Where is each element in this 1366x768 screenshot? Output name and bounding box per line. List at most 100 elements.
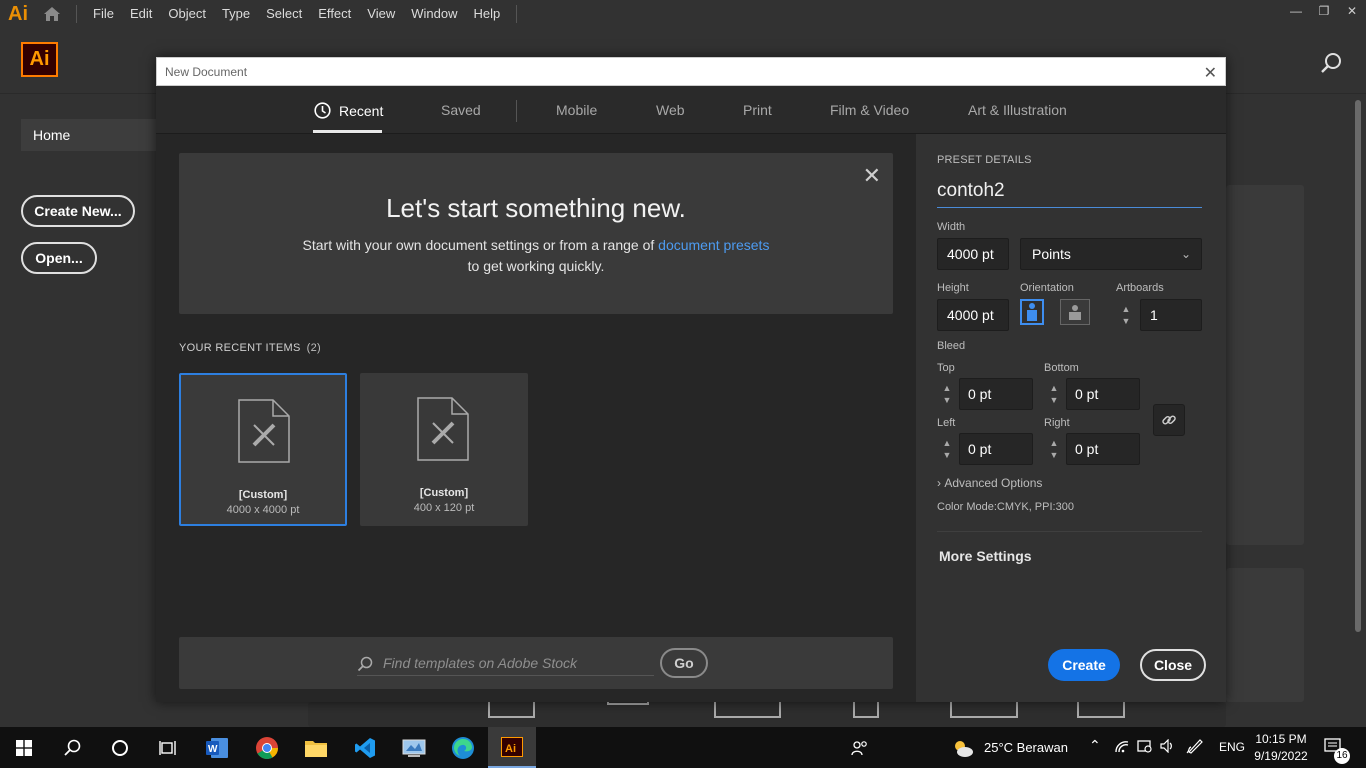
illustrator-taskbar-icon[interactable]: Ai (488, 727, 536, 768)
document-icon (417, 397, 469, 466)
color-mode-info: Color Mode:CMYK, PPI:300 (937, 501, 1074, 513)
search-icon[interactable] (1320, 52, 1342, 79)
tab-recent-label: Recent (339, 102, 384, 119)
menu-select[interactable]: Select (258, 0, 310, 28)
template-thumb[interactable] (607, 702, 649, 705)
windows-start-icon[interactable] (0, 727, 48, 768)
tab-art-illustration[interactable]: Art & Illustration (968, 102, 1067, 118)
open-button[interactable]: Open... (21, 242, 97, 274)
tab-web[interactable]: Web (656, 102, 685, 118)
illustrator-logo: Ai (21, 42, 58, 77)
chrome-app-icon[interactable] (243, 727, 291, 768)
banner-title: Let's start something new. (386, 193, 686, 223)
menu-view[interactable]: View (359, 0, 403, 28)
welcome-banner: ✕ Let's start something new. Start with … (179, 153, 893, 314)
template-thumb[interactable] (950, 702, 1018, 718)
bleed-bottom-stepper[interactable]: ▲ ▼ (1044, 378, 1064, 410)
stock-search-input[interactable]: Find templates on Adobe Stock (357, 650, 654, 676)
template-thumb[interactable] (853, 702, 879, 718)
menu-help[interactable]: Help (465, 0, 508, 28)
windows-taskbar: W Ai 25°C Berawan ⌃ ENG 10:15 PM 9/19/20… (0, 727, 1366, 768)
bleed-top-label: Top (937, 362, 955, 374)
home-content-card (1226, 568, 1304, 702)
document-name-field[interactable]: contoh2 (937, 180, 1202, 208)
tab-print[interactable]: Print (743, 102, 772, 118)
search-icon (357, 656, 373, 672)
svg-text:Ai: Ai (505, 743, 516, 755)
height-field[interactable]: 4000 pt (937, 299, 1009, 331)
network-icon[interactable] (1114, 739, 1130, 756)
artboards-field[interactable]: 1 (1140, 299, 1202, 331)
banner-text: Start with your own document settings or… (179, 235, 893, 277)
pen-icon[interactable] (1186, 738, 1204, 757)
cortana-icon[interactable] (96, 727, 144, 768)
close-window-icon[interactable]: ✕ (1338, 0, 1366, 22)
home-icon[interactable] (36, 0, 68, 28)
search-icon[interactable] (48, 727, 96, 768)
recent-item-card[interactable]: [Custom] 400 x 120 pt (360, 373, 528, 526)
task-view-icon[interactable] (144, 727, 192, 768)
restore-icon[interactable]: ❐ (1310, 0, 1338, 22)
menu-effect[interactable]: Effect (310, 0, 359, 28)
clock-icon (314, 102, 331, 119)
tab-recent[interactable]: Recent (314, 102, 383, 119)
bleed-bottom-field[interactable]: 0 pt (1066, 378, 1140, 410)
bleed-right-field[interactable]: 0 pt (1066, 433, 1140, 465)
bleed-left-stepper[interactable]: ▲ ▼ (937, 433, 957, 465)
create-new-button[interactable]: Create New... (21, 195, 135, 227)
dialog-title: New Document (165, 65, 248, 79)
menu-file[interactable]: File (85, 0, 122, 28)
go-button[interactable]: Go (660, 648, 708, 678)
artboards-stepper[interactable]: ▲ ▼ (1116, 299, 1136, 331)
link-bleed-icon[interactable] (1153, 404, 1185, 436)
template-thumb[interactable] (714, 702, 781, 718)
home-scrollbar[interactable] (1355, 100, 1361, 632)
close-button[interactable]: Close (1140, 649, 1206, 681)
people-icon[interactable] (836, 727, 884, 768)
tab-film-video[interactable]: Film & Video (830, 102, 909, 118)
volume-icon[interactable] (1160, 738, 1176, 756)
close-icon[interactable]: ✕ (1204, 63, 1217, 83)
edge-app-icon[interactable] (439, 727, 487, 768)
document-presets-link[interactable]: document presets (658, 237, 769, 253)
landscape-orientation-icon[interactable] (1060, 299, 1090, 325)
file-explorer-icon[interactable] (292, 727, 340, 768)
minimize-icon[interactable]: — (1282, 0, 1310, 22)
menu-edit[interactable]: Edit (122, 0, 160, 28)
more-settings-link[interactable]: More Settings (939, 548, 1032, 564)
portrait-orientation-icon[interactable] (1020, 299, 1044, 325)
tab-mobile[interactable]: Mobile (556, 102, 597, 118)
bleed-right-stepper[interactable]: ▲ ▼ (1044, 433, 1064, 465)
create-button[interactable]: Create (1048, 649, 1120, 681)
word-app-icon[interactable]: W (193, 727, 241, 768)
weather-text[interactable]: 25°C Berawan (984, 740, 1068, 755)
preset-tabs: Recent Saved Mobile Web Print Film & Vid… (156, 86, 1226, 134)
advanced-options-toggle[interactable]: › Advanced Options (937, 476, 1042, 490)
width-field[interactable]: 4000 pt (937, 238, 1009, 270)
tablet-mode-icon[interactable] (1137, 739, 1153, 756)
recent-item-card[interactable]: [Custom] 4000 x 4000 pt (179, 373, 347, 526)
units-dropdown[interactable]: Points ⌄ (1020, 238, 1202, 270)
template-thumb[interactable] (1077, 702, 1125, 718)
preset-details-panel: PRESET DETAILS contoh2 Width 4000 pt Poi… (916, 134, 1226, 702)
bleed-top-stepper[interactable]: ▲ ▼ (937, 378, 957, 410)
recent-item-name: [Custom] (419, 487, 469, 499)
menu-type[interactable]: Type (214, 0, 258, 28)
menu-object[interactable]: Object (160, 0, 214, 28)
system-clock[interactable]: 10:15 PM 9/19/2022 (1248, 731, 1314, 765)
sidebar-item-home[interactable]: Home (21, 119, 156, 151)
menu-window[interactable]: Window (403, 0, 465, 28)
control-panel-icon[interactable] (390, 727, 438, 768)
close-banner-icon[interactable]: ✕ (863, 163, 881, 189)
chevron-up-icon[interactable]: ⌃ (1089, 737, 1101, 754)
vscode-app-icon[interactable] (341, 727, 389, 768)
bleed-left-field[interactable]: 0 pt (959, 433, 1033, 465)
clock-date: 9/19/2022 (1254, 749, 1308, 763)
new-document-dialog: New Document ✕ Recent Saved Mobile Web P… (156, 57, 1226, 702)
bleed-top-field[interactable]: 0 pt (959, 378, 1033, 410)
template-thumb[interactable] (488, 702, 535, 718)
window-controls: — ❐ ✕ (1282, 0, 1366, 22)
weather-icon[interactable] (943, 727, 983, 768)
tab-saved[interactable]: Saved (441, 102, 481, 118)
language-indicator[interactable]: ENG (1219, 740, 1245, 754)
